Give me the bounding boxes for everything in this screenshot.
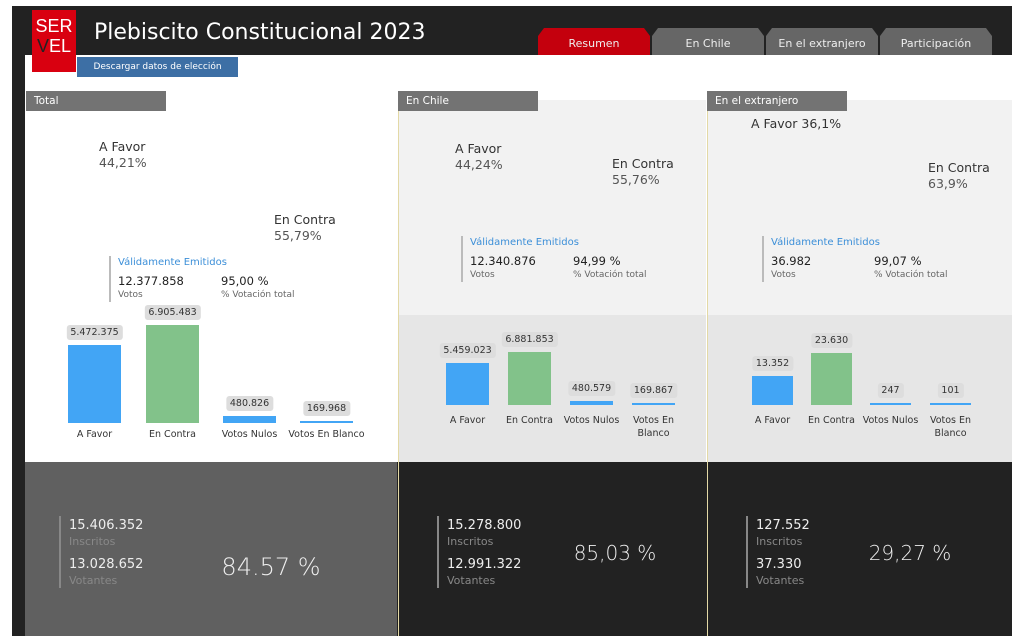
charts-layer (0, 0, 1024, 642)
